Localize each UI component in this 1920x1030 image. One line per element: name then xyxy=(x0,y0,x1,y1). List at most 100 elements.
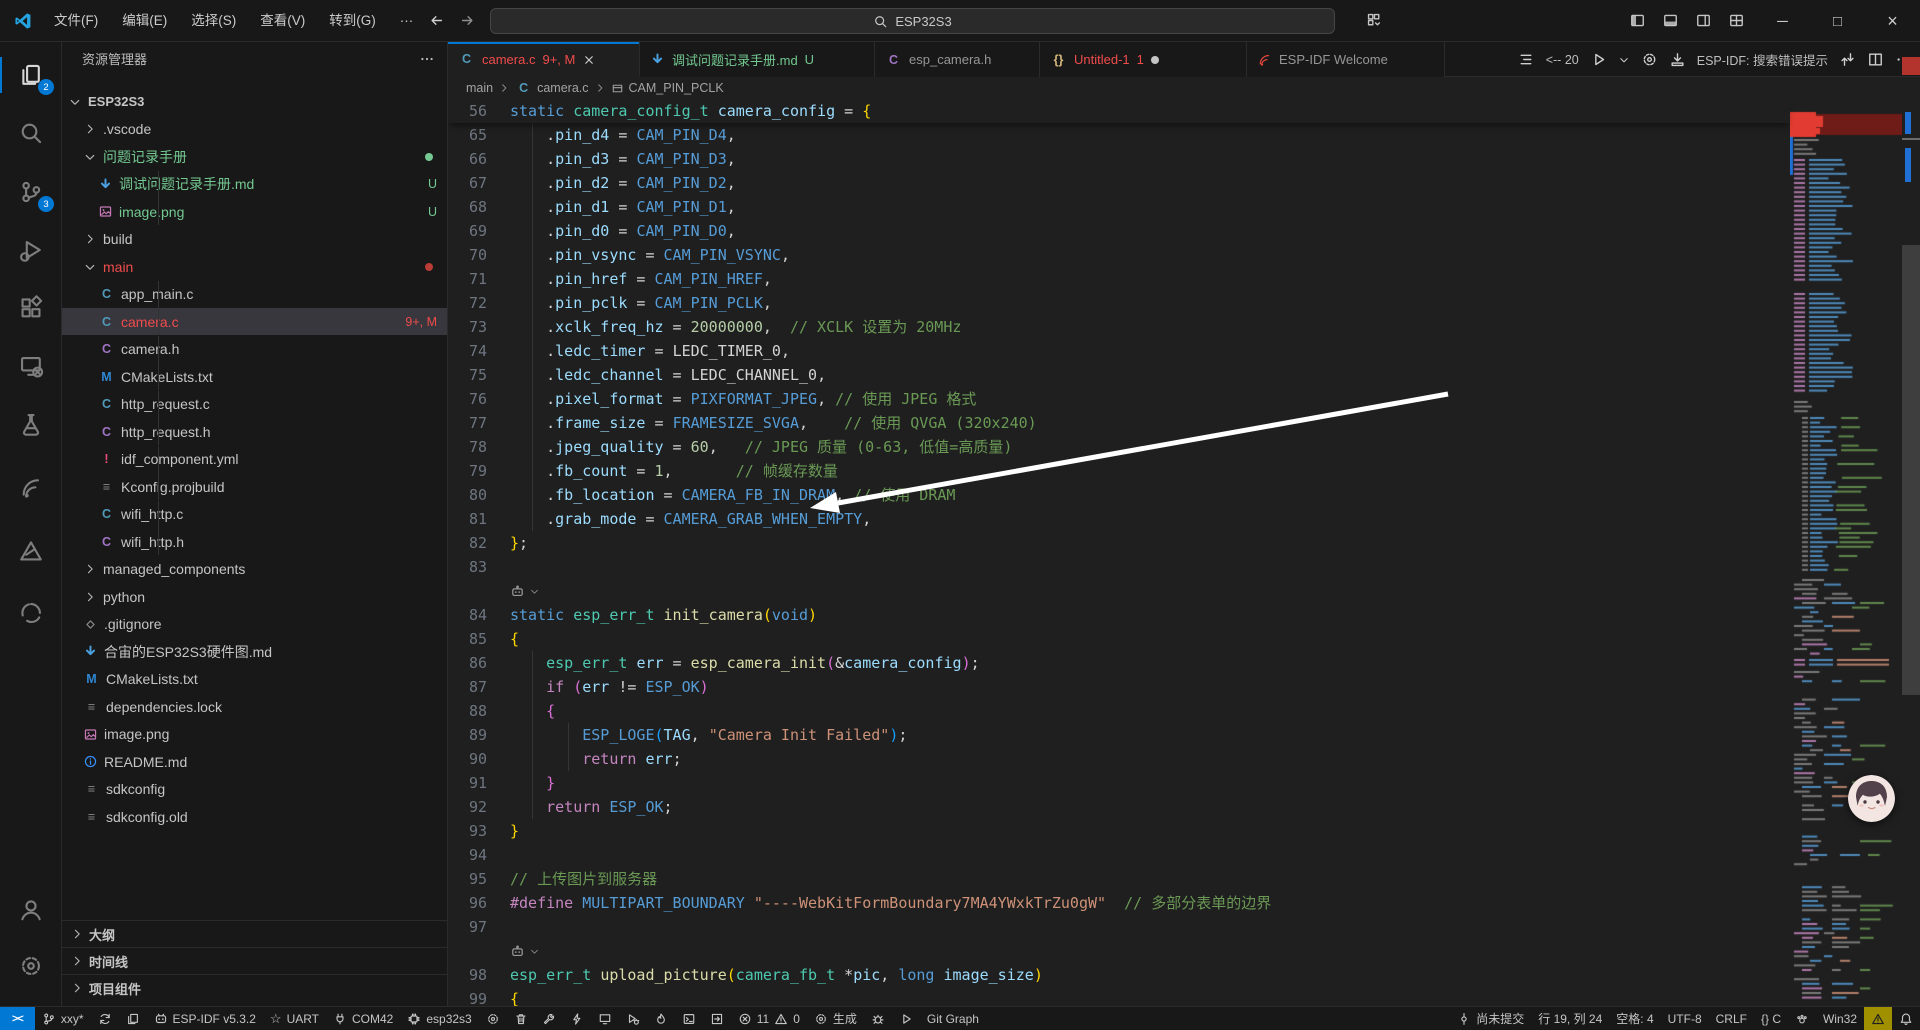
code-editor[interactable]: 56static camera_config_t camera_config =… xyxy=(448,99,1920,1006)
install-button[interactable] xyxy=(1669,51,1686,68)
breadcrumb[interactable]: mainCcamera.cCAM_PIN_PCLK xyxy=(448,77,1920,99)
scrollbar-thumb[interactable] xyxy=(1902,245,1920,695)
menu-item-转到G[interactable]: 转到(G) xyxy=(317,7,388,35)
activity-testing[interactable] xyxy=(0,400,62,448)
status-debug-icon[interactable] xyxy=(864,1007,892,1030)
breadcrumb-item-main[interactable]: main xyxy=(466,81,493,95)
status-serial-port[interactable]: COM42 xyxy=(326,1007,400,1030)
status-debug[interactable] xyxy=(619,1007,647,1030)
toggle-sidebar-icon[interactable] xyxy=(1629,12,1646,30)
status-git-branch[interactable]: xxy* xyxy=(35,1007,91,1030)
status-cursor-position[interactable]: 行 19, 列 24 xyxy=(1531,1007,1609,1030)
tree-item-build[interactable]: build xyxy=(62,226,447,253)
tree-item-sdkconfig[interactable]: ≡sdkconfig xyxy=(62,776,447,803)
tab-调试问题记录手册.md[interactable]: 调试问题记录手册.mdU xyxy=(640,42,875,77)
toggle-secondary-sidebar-icon[interactable] xyxy=(1695,12,1712,30)
tree-item-idf_component.yml[interactable]: !idf_component.yml xyxy=(62,446,447,473)
status-sync-changes[interactable] xyxy=(91,1007,119,1030)
section-时间线[interactable]: 时间线 xyxy=(62,947,447,974)
section-大纲[interactable]: 大纲 xyxy=(62,920,447,947)
activity-extensions[interactable] xyxy=(0,284,62,332)
diff-button[interactable] xyxy=(1839,51,1856,68)
activity-ai-assistant[interactable] xyxy=(0,589,62,637)
window-maximize-button[interactable]: □ xyxy=(1810,0,1865,42)
new-window-dropdown[interactable] xyxy=(1366,12,1383,30)
inline-ai-suggestion[interactable] xyxy=(510,939,540,963)
breadcrumb-item-camera.c[interactable]: camera.c xyxy=(537,81,588,95)
activity-espressif-idf[interactable] xyxy=(0,463,62,511)
tree-item-camera.h[interactable]: Ccamera.h xyxy=(62,336,447,363)
menu-item-查看V[interactable]: 查看(V) xyxy=(248,7,317,35)
esp-idf-action-label[interactable]: ESP-IDF: 搜索错误提示 xyxy=(1697,50,1828,69)
menu-item-编辑E[interactable]: 编辑(E) xyxy=(110,7,179,35)
sidebar-more-actions-icon[interactable] xyxy=(419,50,435,68)
tree-item-python[interactable]: python xyxy=(62,583,447,610)
tree-item-camera.c[interactable]: Ccamera.c9+, M xyxy=(62,308,447,335)
status-custom-task[interactable] xyxy=(703,1007,731,1030)
activity-settings[interactable] xyxy=(0,942,62,990)
customize-layout-icon[interactable] xyxy=(1728,12,1745,30)
activity-explorer[interactable]: 2 xyxy=(0,51,62,99)
status-notifications[interactable] xyxy=(1892,1007,1920,1030)
editor-scrollbar[interactable] xyxy=(1902,42,1920,1006)
status-encoding[interactable]: UTF-8 xyxy=(1661,1007,1709,1030)
status-build-project[interactable] xyxy=(535,1007,563,1030)
tree-item-.vscode[interactable]: .vscode xyxy=(62,116,447,143)
tree-item-CMakeLists.txt[interactable]: MCMakeLists.txt xyxy=(62,363,447,390)
status-indentation[interactable]: 空格: 4 xyxy=(1609,1007,1660,1030)
tree-item-问题记录手册[interactable]: 问题记录手册 xyxy=(62,143,447,170)
tree-item-.gitignore[interactable]: .gitignore xyxy=(62,611,447,638)
tree-item-image.png[interactable]: image.pngU xyxy=(62,198,447,225)
tree-item-dependencies.lock[interactable]: ≡dependencies.lock xyxy=(62,693,447,720)
status-device-target[interactable]: esp32s3 xyxy=(400,1007,478,1030)
tree-item-app_main.c[interactable]: Capp_main.c xyxy=(62,281,447,308)
window-minimize-button[interactable]: ─ xyxy=(1755,0,1810,42)
section-项目组件[interactable]: 项目组件 xyxy=(62,974,447,1001)
minimap[interactable] xyxy=(1790,99,1902,1006)
play-button[interactable] xyxy=(1590,51,1607,68)
status-extension-status[interactable] xyxy=(1788,1007,1816,1030)
breadcrumb-item-CAM_PIN_PCLK[interactable]: CAM_PIN_PCLK xyxy=(629,81,724,95)
status-eol[interactable]: CRLF xyxy=(1709,1007,1754,1030)
ai-assistant-avatar[interactable] xyxy=(1848,775,1895,822)
listtree-button[interactable] xyxy=(1518,51,1535,68)
status-full-clean[interactable] xyxy=(507,1007,535,1030)
status-platform[interactable]: Win32 xyxy=(1816,1007,1864,1030)
tab-camera.c[interactable]: Ccamera.c9+, M xyxy=(448,42,640,77)
menu-item-···[interactable]: ··· xyxy=(388,7,426,35)
tab-close-icon[interactable] xyxy=(582,51,596,67)
split-button[interactable] xyxy=(1867,51,1884,68)
tree-item-image.png[interactable]: image.png xyxy=(62,721,447,748)
nav-forward-button[interactable] xyxy=(459,12,476,30)
status-menuconfig[interactable] xyxy=(479,1007,507,1030)
command-center-search[interactable]: ESP32S3 xyxy=(490,8,1335,34)
status-flash-method[interactable]: ☆UART xyxy=(263,1007,326,1030)
tree-item-wifi_http.c[interactable]: Cwifi_http.c xyxy=(62,501,447,528)
activity-run-debug[interactable] xyxy=(0,226,62,274)
tab-ESP-IDF Welcome[interactable]: ESP-IDF Welcome xyxy=(1247,42,1445,77)
tree-item-wifi_http.h[interactable]: Cwifi_http.h xyxy=(62,528,447,555)
status-commit-status[interactable]: 尚未提交 xyxy=(1450,1007,1531,1030)
nav-back-button[interactable] xyxy=(428,12,445,30)
status-idf-terminal[interactable] xyxy=(675,1007,703,1030)
status-remote-indicator[interactable]: >< xyxy=(0,1007,35,1030)
status-esp-idf-docs[interactable] xyxy=(119,1007,147,1030)
activity-remote-explorer[interactable] xyxy=(0,342,62,390)
status-run-icon[interactable] xyxy=(892,1007,920,1030)
status-problems[interactable]: 110 xyxy=(731,1007,807,1030)
activity-accounts[interactable] xyxy=(0,886,62,934)
tree-item-http_request.c[interactable]: Chttp_request.c xyxy=(62,391,447,418)
tree-item-调试问题记录手册.md[interactable]: 调试问题记录手册.mdU xyxy=(62,171,447,198)
activity-source-control[interactable]: 3 xyxy=(0,168,62,216)
status-esp-idf-version[interactable]: ESP-IDF v5.3.2 xyxy=(147,1007,263,1030)
status-build-flash-monitor[interactable] xyxy=(647,1007,675,1030)
tab-Untitled-1[interactable]: {}Untitled-11 xyxy=(1040,42,1247,77)
window-close-button[interactable]: × xyxy=(1865,0,1920,42)
menu-item-文件F[interactable]: 文件(F) xyxy=(42,7,110,35)
activity-platform-tool[interactable] xyxy=(0,527,62,575)
activity-search[interactable] xyxy=(0,109,62,157)
tree-item-sdkconfig.old[interactable]: ≡sdkconfig.old xyxy=(62,803,447,830)
inline-ai-suggestion[interactable] xyxy=(510,579,540,603)
tree-item-main[interactable]: main xyxy=(62,253,447,280)
tree-item-http_request.h[interactable]: Chttp_request.h xyxy=(62,418,447,445)
